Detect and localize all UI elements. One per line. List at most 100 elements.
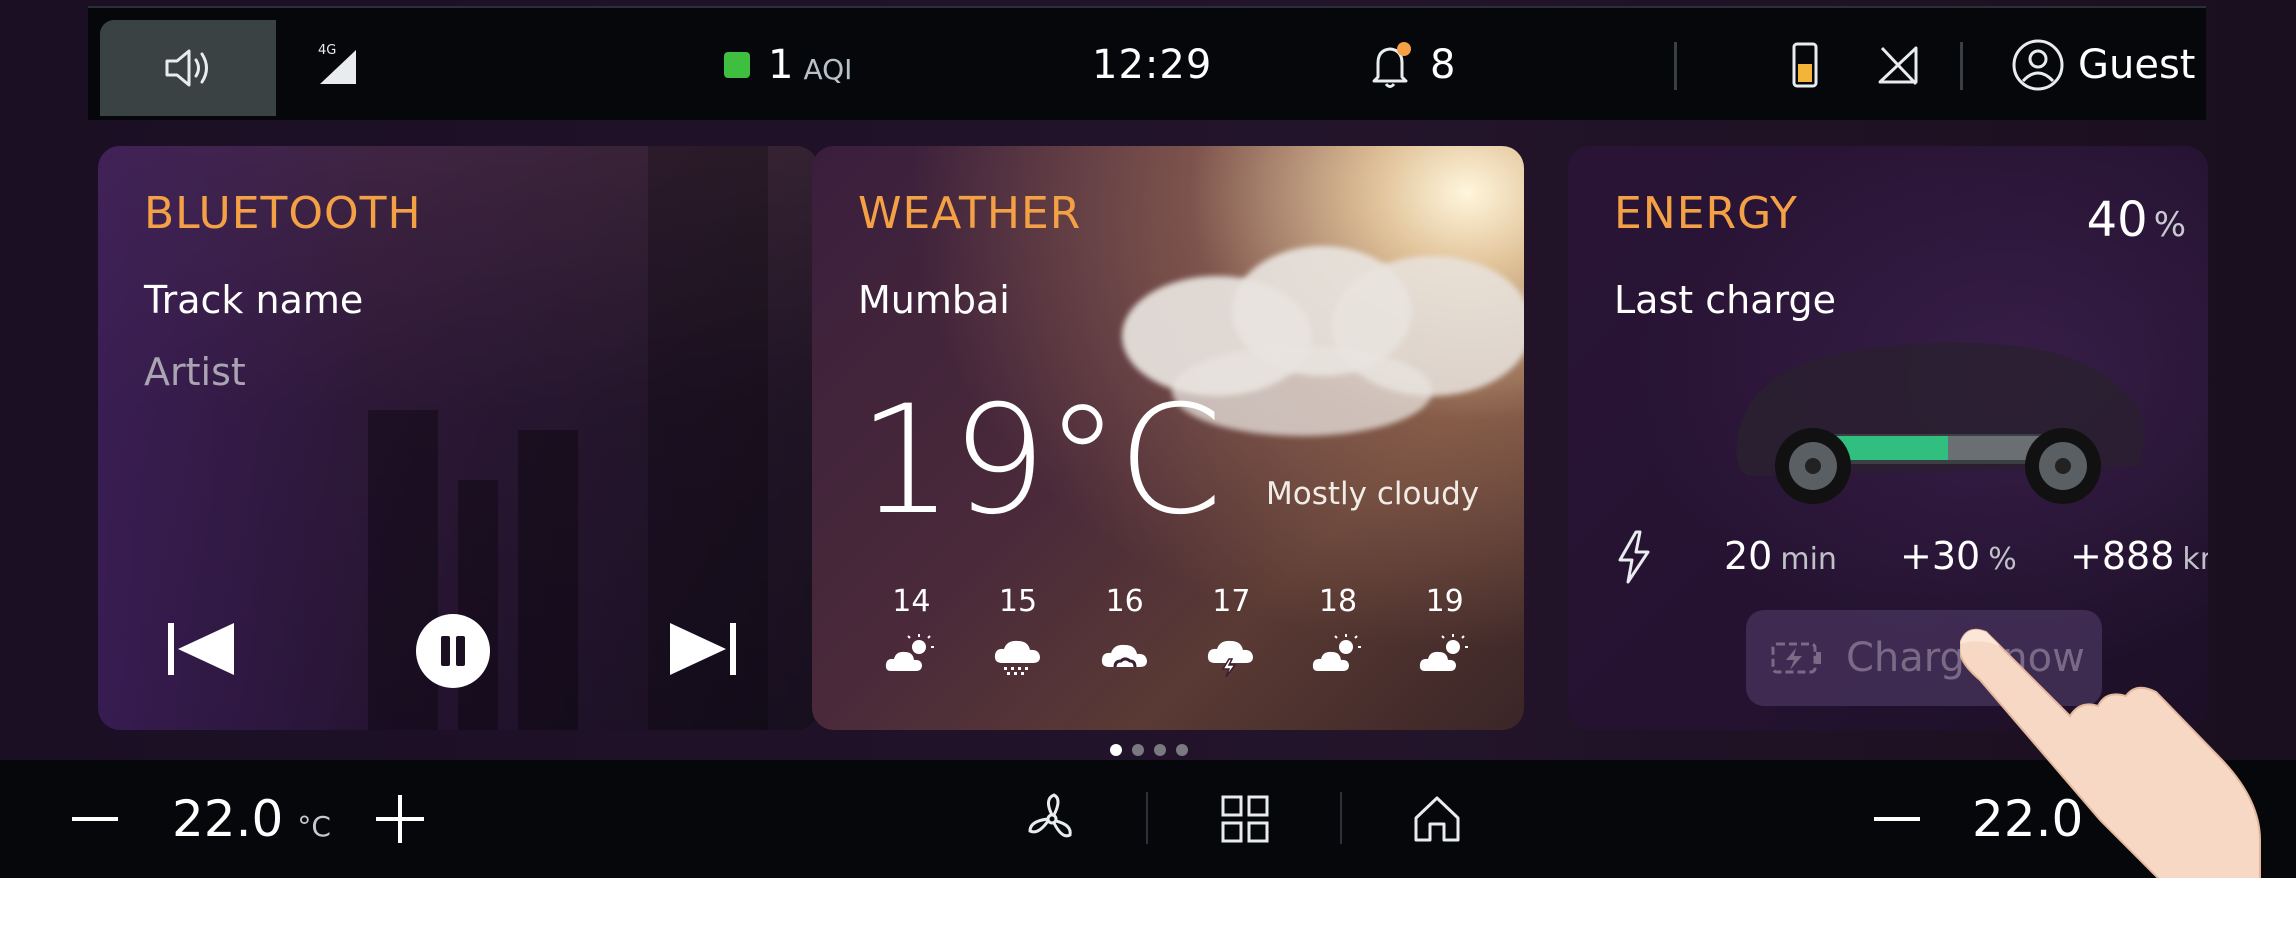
weather-title: WEATHER	[858, 188, 1082, 239]
page-dot[interactable]	[1110, 744, 1122, 756]
forecast-item: 16	[1071, 584, 1178, 677]
next-track-button[interactable]	[664, 614, 744, 684]
weather-temperature: 19°C	[858, 374, 1223, 548]
city-background	[368, 410, 438, 730]
no-signal-icon	[1878, 46, 1918, 86]
energy-title: ENERGY	[1614, 188, 1798, 239]
forecast-hour: 14	[892, 584, 931, 619]
range-added-unit: km	[2182, 542, 2208, 577]
cellular-signal: 4G	[316, 8, 364, 122]
partly-sunny-icon	[886, 634, 935, 671]
partly-sunny-icon	[1419, 634, 1468, 671]
apps-button[interactable]	[1220, 760, 1270, 878]
charge-duration-unit: min	[1780, 542, 1837, 577]
battery-charging-icon	[1771, 642, 1821, 674]
wifi-off[interactable]	[1876, 8, 1922, 122]
weather-city: Mumbai	[858, 278, 1010, 322]
weather-condition: Mostly cloudy	[1266, 476, 1480, 512]
left-temp-increase-button[interactable]	[374, 760, 426, 878]
skip-previous-icon	[168, 623, 234, 675]
bell-icon	[1372, 42, 1411, 88]
plus-icon	[376, 795, 424, 843]
volume-button[interactable]	[100, 20, 276, 116]
fan-icon	[1028, 793, 1072, 838]
fan-button[interactable]	[1024, 760, 1080, 878]
track-name: Track name	[144, 278, 364, 322]
artist-name: Artist	[144, 350, 246, 394]
hourly-forecast: 14 15 16 17 18 19	[858, 584, 1498, 677]
battery-percent-value: 40	[2086, 192, 2148, 248]
aqi-value: 1	[768, 42, 794, 88]
city-background	[458, 480, 498, 730]
infotainment-screen: 4G 1 AQI 12:29 8 Guest BLUETOOTH Track n…	[0, 0, 2296, 878]
forecast-hour: 19	[1425, 584, 1464, 619]
pause-button[interactable]	[416, 614, 490, 688]
forecast-item: 15	[965, 584, 1072, 677]
speaker-icon	[165, 49, 208, 87]
charge-duration-value: 20	[1724, 534, 1773, 578]
partly-sunny-icon	[1312, 634, 1362, 671]
charge-added: +30%	[1900, 534, 2017, 578]
minus-icon	[72, 817, 118, 821]
page-indicator[interactable]	[1110, 744, 1188, 756]
right-temp-decrease-button[interactable]	[1872, 760, 1922, 878]
notifications-button[interactable]: 8	[1366, 8, 1455, 122]
page-dot[interactable]	[1176, 744, 1188, 756]
previous-track-button[interactable]	[160, 614, 240, 684]
status-bar: 4G 1 AQI 12:29 8 Guest	[88, 6, 2206, 120]
forecast-hour: 15	[998, 584, 1038, 619]
user-profile-button[interactable]: Guest	[2010, 8, 2195, 122]
weather-card[interactable]: WEATHER Mumbai 19°C Mostly cloudy 14 15	[812, 146, 1524, 730]
svg-text:4G: 4G	[318, 43, 336, 58]
rain-cloud-icon	[1101, 644, 1147, 668]
home-button[interactable]	[1410, 760, 1464, 878]
battery-percentage: 40%	[2087, 192, 2186, 248]
aqi-indicator[interactable]: 1 AQI	[724, 8, 852, 122]
city-background	[518, 430, 578, 730]
forecast-item: 17	[1178, 584, 1285, 677]
skip-next-icon	[670, 623, 736, 675]
aqi-status-icon	[724, 52, 750, 78]
lightning-icon	[1618, 530, 1650, 584]
charge-duration: 20 min	[1724, 534, 1837, 578]
charge-stats: 20min +30% +888km	[1614, 530, 2208, 594]
charge-added-value: +30	[1900, 534, 1981, 578]
pause-icon	[441, 636, 465, 666]
left-temperature: 22.0 °C	[172, 760, 331, 878]
phone-battery-icon	[1792, 42, 1818, 88]
bar-divider	[1146, 792, 1148, 844]
left-temp-unit: °C	[297, 809, 331, 843]
status-divider	[1674, 42, 1677, 90]
forecast-hour: 16	[1105, 584, 1144, 619]
page-dot[interactable]	[1132, 744, 1144, 756]
aqi-label: AQI	[803, 52, 853, 86]
forecast-hour: 18	[1318, 584, 1358, 619]
minus-icon	[1874, 817, 1920, 821]
climate-bar: 22.0 °C 22.0	[0, 760, 2296, 878]
thunder-cloud-icon	[1208, 640, 1254, 677]
home-icon	[1414, 796, 1460, 842]
range-added-value: +888	[2070, 534, 2175, 578]
forecast-hour: 17	[1212, 584, 1251, 619]
clock: 12:29	[1092, 42, 1213, 88]
bluetooth-title: BLUETOOTH	[144, 188, 422, 239]
car-battery-image	[1736, 342, 2144, 504]
left-temp-decrease-button[interactable]	[70, 760, 120, 878]
phone-battery[interactable]	[1790, 8, 1820, 122]
touch-hand-image	[1960, 628, 2261, 878]
range-added: +888km	[2070, 534, 2208, 578]
user-name: Guest	[2078, 42, 2196, 88]
forecast-item: 14	[858, 584, 965, 677]
page-dot[interactable]	[1154, 744, 1166, 756]
user-icon	[2012, 39, 2064, 91]
bar-divider	[1340, 792, 1342, 844]
notification-count: 8	[1430, 42, 1456, 88]
charge-added-unit: %	[1988, 542, 2017, 577]
bluetooth-card[interactable]: BLUETOOTH Track name Artist	[98, 146, 818, 730]
snow-cloud-icon	[994, 640, 1040, 675]
forecast-item: 19	[1391, 584, 1498, 677]
battery-percent-unit: %	[2153, 205, 2186, 245]
cellular-signal-icon: 4G	[318, 43, 356, 84]
forecast-item: 18	[1285, 584, 1392, 677]
left-temp-value: 22.0	[172, 790, 284, 848]
